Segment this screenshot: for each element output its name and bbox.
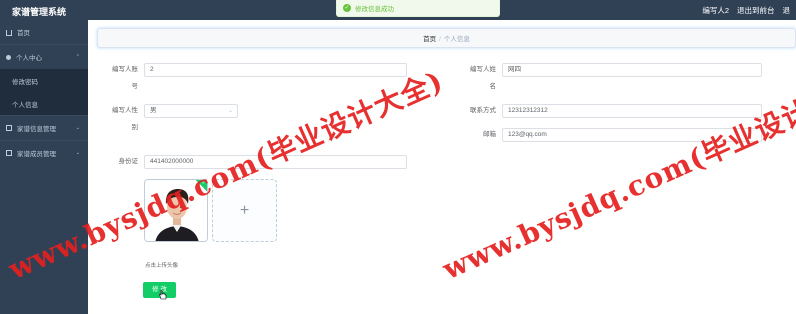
plus-icon: + [239,201,250,219]
breadcrumb: 首页 / 个人信息 [97,28,796,48]
sidebar-item-home[interactable]: 首页 [0,20,88,44]
exit-to-frontend-link[interactable]: 退出到前台 [737,5,775,16]
avatar-photo [145,180,207,241]
user-icon [6,54,11,60]
phone-input[interactable]: 12312312312 [502,104,762,118]
gender-select-value: 男 [150,107,157,114]
sidebar-item-change-password[interactable]: 修改密码 [0,69,88,92]
app-title: 家谱管理系统 [12,7,67,17]
breadcrumb-current: 个人信息 [443,36,470,43]
home-icon [6,30,12,36]
sidebar-item-label: 个人中心 [16,55,42,62]
sidebar-item-genealogy-members[interactable]: 家谱成员管理 ⌄ [0,141,88,165]
account-label-line1: 编写人账 [112,66,138,73]
account-label: 编写人账 号 [104,63,138,94]
breadcrumb-home[interactable]: 首页 [423,36,436,43]
chevron-down-icon: ⌄ [75,125,80,131]
toast-message: 修改信息成功 [355,6,394,13]
sidebar-item-label: 家谱成员管理 [17,151,56,158]
sidebar-item-label: 首页 [17,30,30,37]
upload-hint: 点击上传头像 [145,263,179,269]
check-icon: ✓ [201,180,206,186]
phone-label: 联系方式 [470,107,496,114]
name-label: 编写人姓 名 [458,63,496,94]
breadcrumb-separator: / [439,36,441,43]
idcard-label: 身份证 [118,158,139,165]
hand-cursor-icon [159,290,167,300]
sidebar-item-label: 个人信息 [12,101,38,109]
email-input[interactable]: 123@qq.com [502,128,762,142]
sidebar-item-label: 家谱信息管理 [17,126,56,133]
sidebar-item-genealogy-info[interactable]: 家谱信息管理 ⌄ [0,116,88,140]
current-user-label[interactable]: 编写人2 [702,5,729,16]
name-label-line2: 名 [489,83,497,90]
grid-icon [6,150,12,156]
avatar-upload-button[interactable]: + [212,179,277,242]
chevron-up-icon: ⌃ [75,54,80,60]
gender-select[interactable]: 男 ⌄ [144,104,238,118]
top-right-links: 编写人2 退出到前台 退 [702,5,790,16]
success-toast: ✓ 修改信息成功 [336,0,500,17]
sidebar-item-personal-info[interactable]: 个人信息 [0,92,88,115]
chevron-down-icon: ⌄ [75,150,80,156]
gender-label-line2: 别 [131,124,139,131]
name-label-line1: 编写人姓 [470,66,496,73]
success-check-icon: ✓ [343,4,351,12]
gender-label: 编写人性 别 [104,104,138,135]
name-input[interactable]: 网四 [502,63,762,77]
sidebar: 首页 个人中心 ⌃ 修改密码 个人信息 家谱信息管理 ⌄ 家谱成员管理 ⌄ [0,20,88,314]
email-label: 邮箱 [483,131,496,138]
gender-label-line1: 编写人性 [112,107,138,114]
grid-icon [6,125,12,131]
account-label-line2: 号 [131,83,139,90]
account-input[interactable]: 2 [144,63,407,77]
avatar-preview[interactable]: ✓ [144,179,208,242]
logout-link[interactable]: 退 [783,5,791,16]
chevron-down-icon: ⌄ [227,108,233,114]
idcard-input[interactable]: 441402000000 [144,155,407,169]
sidebar-item-label: 修改密码 [12,78,38,86]
sidebar-item-personal-center[interactable]: 个人中心 ⌃ [0,45,88,69]
